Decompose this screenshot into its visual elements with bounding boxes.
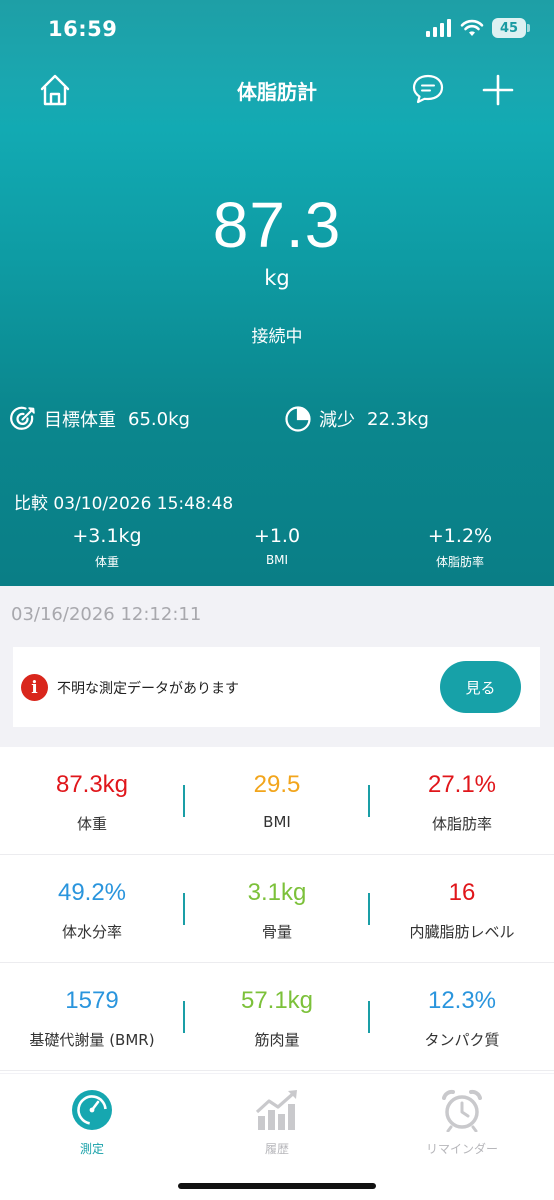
metric-value: 16 (448, 879, 476, 906)
metric-row: 1579 基礎代謝量 (BMR) 57.1kg 筋肉量 12.3% タンパク質 (0, 963, 554, 1071)
metric-body-fat[interactable]: 27.1% 体脂肪率 (370, 747, 554, 855)
metric-bmi[interactable]: 29.5 BMI (185, 747, 369, 855)
metric-bone-mass[interactable]: 3.1kg 骨量 (185, 855, 369, 963)
metric-value: 12.3% (427, 987, 497, 1014)
goal-label: 目標体重 (44, 410, 116, 431)
loss-label: 減少 (319, 410, 355, 431)
metric-bmr[interactable]: 1579 基礎代謝量 (BMR) (0, 963, 184, 1071)
notice-text: 不明な測定データがあります (57, 681, 239, 697)
pie-chart-icon (285, 406, 311, 432)
metric-label: 体水分率 (61, 923, 122, 941)
comparison-value: +1.0 (253, 525, 301, 547)
measurement-timestamp: 03/16/2026 12:12:11 (11, 604, 202, 625)
comparison-label: BMI (265, 553, 289, 567)
metric-value: 27.1% (427, 771, 497, 798)
connection-status: 接続中 (251, 327, 303, 347)
wifi-icon (460, 19, 484, 36)
page-title: 体脂肪計 (237, 80, 317, 104)
gauge-icon (72, 1090, 112, 1130)
loss-value: 22.3kg (367, 408, 429, 430)
metric-value: 29.5 (253, 771, 301, 798)
alert-icon: i (21, 674, 48, 701)
metric-value: 87.3kg (55, 771, 129, 798)
metric-label: 筋肉量 (254, 1031, 300, 1049)
home-indicator (178, 1183, 376, 1189)
metric-value: 1579 (65, 987, 119, 1014)
comparison-weight: +3.1kg 体重 (37, 525, 177, 570)
metric-label: BMI (263, 813, 291, 831)
tab-label: リマインダー (425, 1142, 498, 1156)
metric-body-water[interactable]: 49.2% 体水分率 (0, 855, 184, 963)
battery-indicator: 45 (492, 18, 530, 38)
status-time: 16:59 (48, 17, 118, 41)
tab-bar: 測定 履歴 リマインダー (0, 1074, 554, 1200)
metric-value: 3.1kg (247, 879, 307, 906)
metric-label: 体脂肪率 (431, 815, 492, 833)
status-bar: 16:59 45 (0, 0, 554, 60)
nav-bar: 体脂肪計 (0, 60, 554, 118)
comparison-grid: +3.1kg 体重 +1.0 BMI +1.2% 体脂肪率 (0, 525, 554, 575)
comparison-label: 体重 (94, 555, 119, 569)
current-weight-value: 87.3 (212, 189, 342, 261)
metric-visceral-fat[interactable]: 16 内臓脂肪レベル (370, 855, 554, 963)
metric-label: 体重 (76, 815, 107, 833)
goal-weight[interactable]: 目標体重 65.0kg (8, 404, 190, 434)
metric-label: 骨量 (261, 923, 292, 941)
signal-icon (426, 19, 451, 37)
tab-reminder[interactable]: リマインダー (370, 1088, 554, 1157)
metrics-grid: 87.3kg 体重 29.5 BMI 27.1% 体脂肪率 49.2% 体水分率… (0, 747, 554, 1073)
metric-row: 87.3kg 体重 29.5 BMI 27.1% 体脂肪率 (0, 747, 554, 855)
tab-label: 測定 (79, 1142, 104, 1156)
metric-row: 49.2% 体水分率 3.1kg 骨量 16 内臓脂肪レベル (0, 855, 554, 963)
tab-label: 履歴 (264, 1142, 289, 1156)
tab-measure[interactable]: 測定 (0, 1088, 184, 1157)
add-icon[interactable] (480, 72, 516, 108)
tab-history[interactable]: 履歴 (185, 1088, 369, 1157)
metric-label: 内臓脂肪レベル (409, 923, 515, 941)
header-area: 16:59 45 体脂肪計 87.3 kg 接続中 目標体重 65.0kg 減少… (0, 0, 554, 586)
metric-muscle-mass[interactable]: 57.1kg 筋肉量 (185, 963, 369, 1071)
status-icons: 45 (426, 18, 530, 38)
target-icon (10, 406, 35, 430)
comparison-body-fat: +1.2% 体脂肪率 (390, 525, 530, 570)
comparison-bmi: +1.0 BMI (207, 525, 347, 567)
comparison-title: 比較 03/10/2026 15:48:48 (14, 494, 234, 514)
comparison-value: +3.1kg (72, 525, 142, 547)
unknown-data-notice: i 不明な測定データがあります 見る (13, 647, 540, 727)
view-button[interactable]: 見る (440, 661, 521, 713)
metric-weight[interactable]: 87.3kg 体重 (0, 747, 184, 855)
metric-value: 57.1kg (240, 987, 314, 1014)
current-weight-unit: kg (264, 266, 290, 290)
weight-loss: 減少 22.3kg (283, 404, 429, 434)
comparison-label: 体脂肪率 (435, 555, 484, 569)
chat-icon[interactable] (411, 73, 445, 105)
alarm-clock-icon (442, 1089, 482, 1133)
metric-value: 49.2% (57, 879, 127, 906)
metric-label: タンパク質 (424, 1031, 500, 1049)
chart-icon (255, 1090, 297, 1130)
comparison-value: +1.2% (427, 525, 493, 547)
goal-value: 65.0kg (128, 408, 190, 430)
metric-protein[interactable]: 12.3% タンパク質 (370, 963, 554, 1071)
metric-label: 基礎代謝量 (BMR) (29, 1031, 155, 1049)
